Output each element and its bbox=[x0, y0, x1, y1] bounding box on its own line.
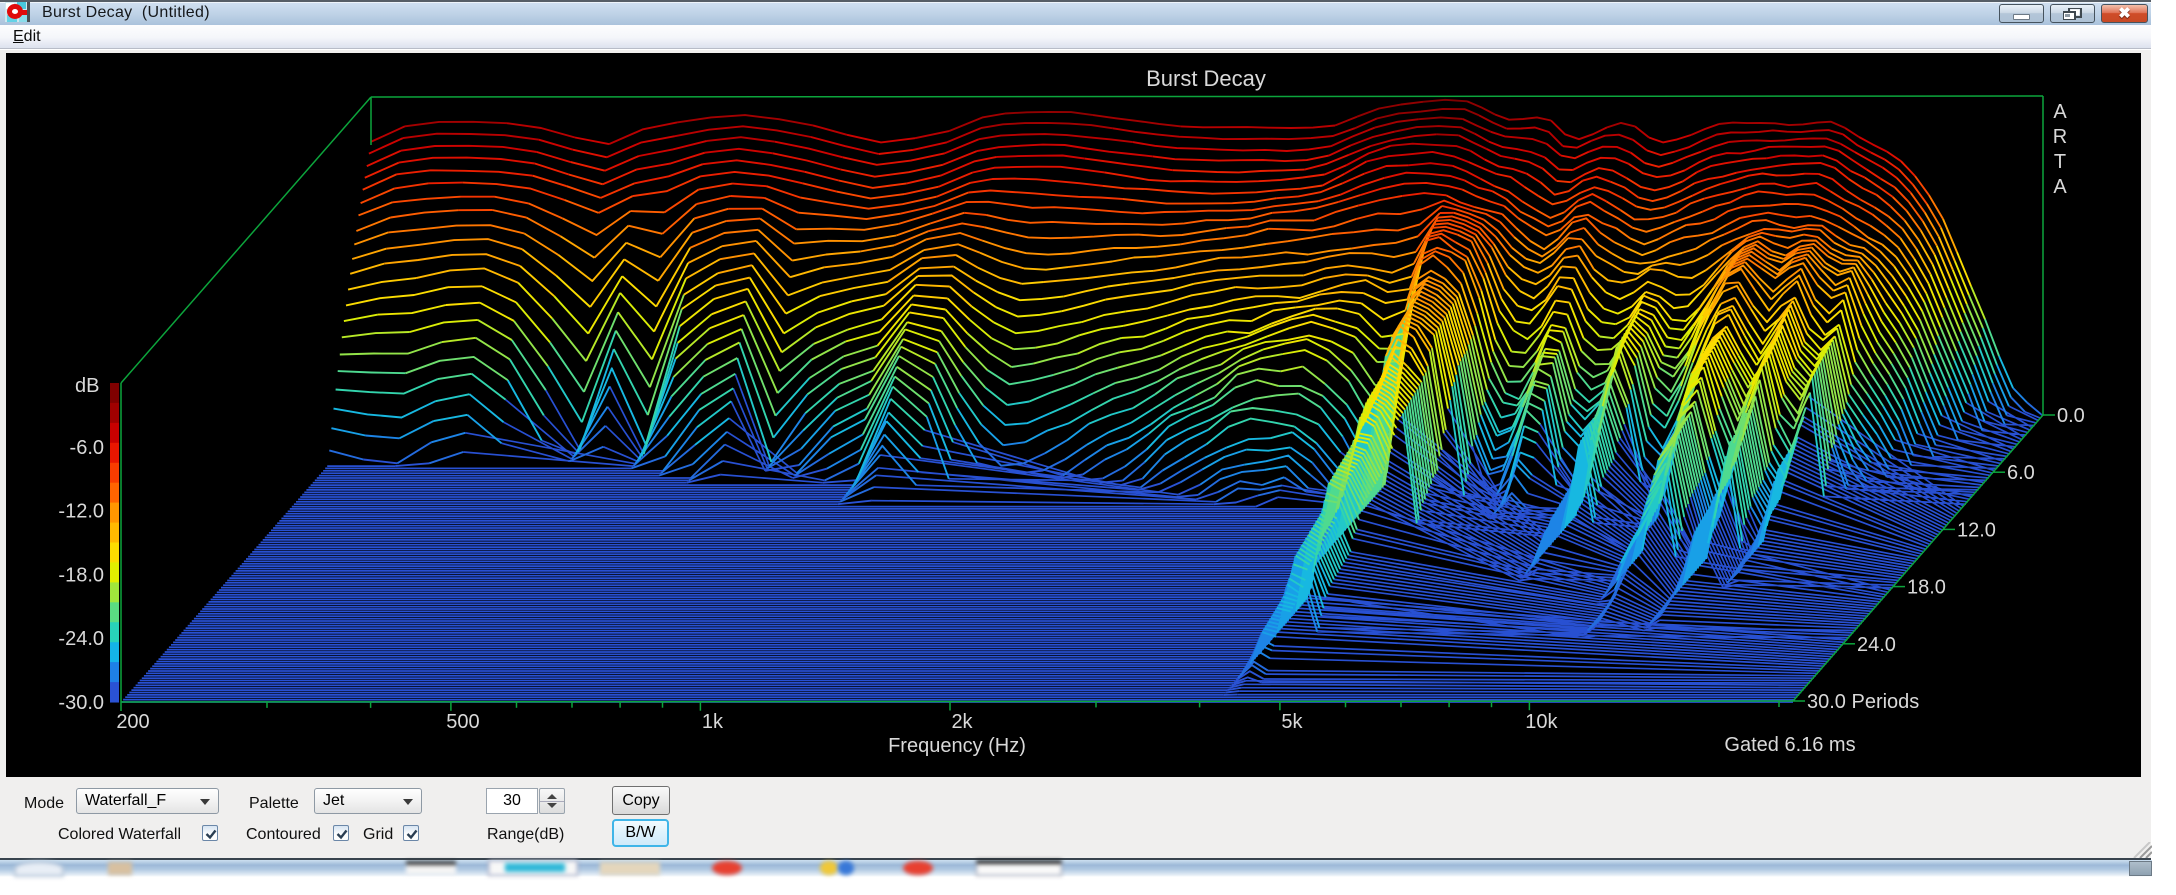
svg-text:6.0: 6.0 bbox=[2007, 462, 2035, 484]
svg-text:30.0 Periods: 30.0 Periods bbox=[1807, 691, 1919, 713]
svg-text:-24.0: -24.0 bbox=[58, 628, 104, 650]
svg-text:0.0: 0.0 bbox=[2057, 405, 2085, 427]
svg-text:10k: 10k bbox=[1525, 711, 1558, 733]
svg-text:500: 500 bbox=[446, 711, 479, 733]
svg-text:A: A bbox=[2053, 176, 2067, 198]
svg-text:dB: dB bbox=[75, 375, 99, 397]
svg-text:-6.0: -6.0 bbox=[70, 437, 104, 459]
svg-text:18.0: 18.0 bbox=[1907, 577, 1946, 599]
svg-text:5k: 5k bbox=[1281, 711, 1303, 733]
svg-text:1k: 1k bbox=[702, 711, 724, 733]
svg-text:Burst Decay: Burst Decay bbox=[1146, 66, 1266, 91]
svg-text:2k: 2k bbox=[951, 711, 973, 733]
svg-text:-30.0: -30.0 bbox=[58, 692, 104, 714]
svg-text:Frequency (Hz): Frequency (Hz) bbox=[888, 735, 1026, 757]
svg-text:A: A bbox=[2053, 101, 2067, 123]
svg-text:T: T bbox=[2054, 151, 2066, 173]
svg-text:Gated 6.16 ms: Gated 6.16 ms bbox=[1724, 734, 1855, 756]
svg-text:12.0: 12.0 bbox=[1957, 519, 1996, 541]
svg-text:R: R bbox=[2053, 126, 2067, 148]
svg-text:-12.0: -12.0 bbox=[58, 501, 104, 523]
svg-text:200: 200 bbox=[116, 711, 149, 733]
svg-text:-18.0: -18.0 bbox=[58, 564, 104, 586]
svg-text:24.0: 24.0 bbox=[1857, 634, 1896, 656]
